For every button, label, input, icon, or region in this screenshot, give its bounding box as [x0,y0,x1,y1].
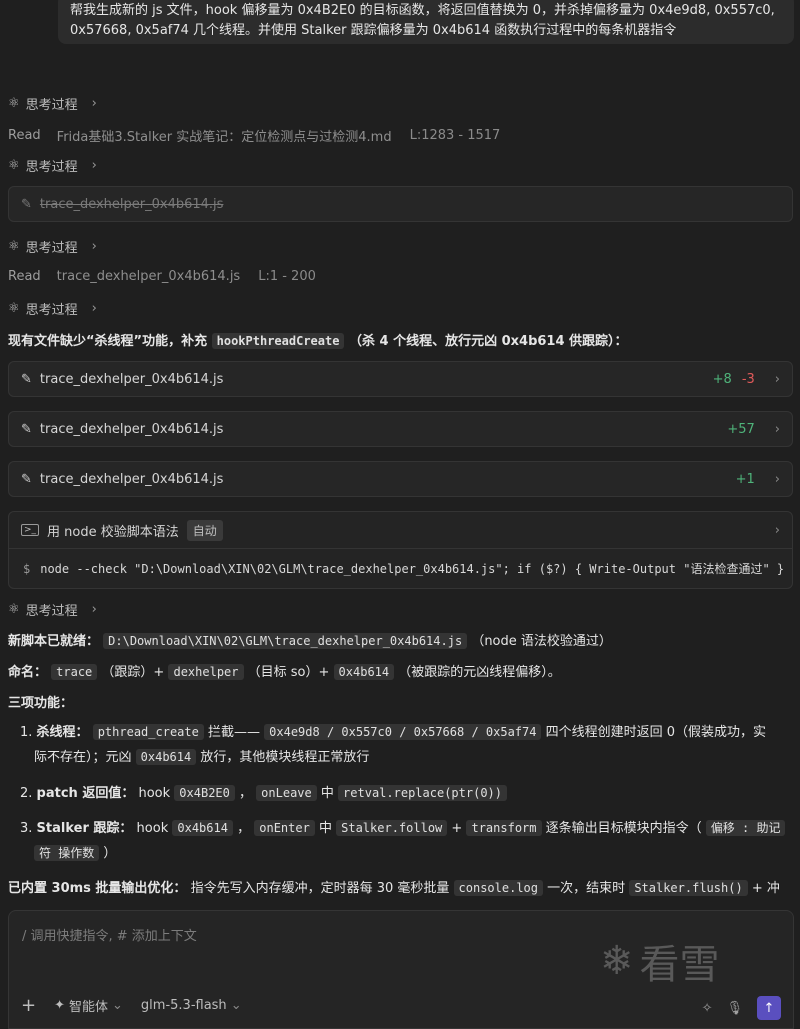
read-lines: L:1283 - 1517 [409,128,501,143]
terminal-icon: >_ [21,524,40,536]
intro-text: 现有文件缺少“杀线程”功能，补充 hookPthreadCreate （杀 4 … [8,333,628,349]
thinking-label: 思考过程 [25,241,78,256]
chevron-down-icon: ⌄ [112,998,123,1013]
agent-icon: ✦ [54,998,65,1013]
thinking-toggle-5[interactable]: ⚛ 思考过程 › [8,600,97,619]
edit-file-name: trace_dexhelper_0x4b614.js [39,421,224,437]
pencil-icon: ✎ [21,471,32,487]
plus-icon[interactable]: + [21,995,36,1016]
thinking-label: 思考过程 [25,303,78,318]
thinking-label: 思考过程 [25,160,78,175]
composer-actions: ✧ 🎙 ↑ [702,996,781,1020]
chevron-down-icon: ⌄ [230,998,242,1013]
chevron-right-icon: › [91,602,97,617]
features-title: 三项功能： [8,696,74,711]
brain-icon: ⚛ [8,96,20,111]
snowflake-icon: ❄ [600,938,634,984]
thinking-toggle-2[interactable]: ⚛ 思考过程 › [8,156,97,175]
lines-added: +8 [712,371,732,387]
thinking-label: 思考过程 [25,604,78,619]
read-label: Read [8,128,41,143]
sparkle-icon[interactable]: ✧ [702,1001,713,1016]
edit-card-1[interactable]: ✎ trace_dexhelper_0x4b614.js +8 -3 › [8,361,793,397]
terminal-header[interactable]: >_ 用 node 校验脚本语法 自动 › [9,512,792,549]
brain-icon: ⚛ [8,301,20,316]
batch-line: 已内置 30ms 批量输出优化： 指令先写入内存缓冲，定时器每 30 毫秒批量 … [8,880,780,896]
microphone-icon[interactable]: 🎙 [726,1001,743,1016]
pencil-icon: ✎ [21,421,32,437]
edit-card-3[interactable]: ✎ trace_dexhelper_0x4b614.js +1 › [8,461,793,497]
edit-file-name: trace_dexhelper_0x4b614.js [39,371,224,387]
edit-card-pending[interactable]: ✎ trace_dexhelper_0x4b614.js [8,186,793,222]
chevron-right-icon: › [774,471,780,487]
terminal-title: 用 node 校验脚本语法 [47,524,179,540]
feature-item-1: 1. 杀线程： pthread_create 拦截—— 0x4e9d8 / 0x… [20,724,767,765]
read-file: Frida基础3.Stalker 实战笔记：定位检测点与过检测4.md [56,130,392,145]
read-label: Read [8,269,41,284]
read-file: trace_dexhelper_0x4b614.js [56,269,241,284]
chevron-right-icon: › [91,239,97,254]
chevron-right-icon: › [91,301,97,316]
thinking-toggle-3[interactable]: ⚛ 思考过程 › [8,237,97,256]
composer-toolbar: + ✦ 智能体 ⌄ glm-5.3-flash ⌄ [21,995,242,1016]
chevron-right-icon: › [774,522,780,538]
feature-item-3: 3. Stalker 跟踪： hook 0x4b614 ， onEnter 中 … [20,816,790,866]
user-message: 帮我生成新的 js 文件，hook 偏移量为 0x4B2E0 的目标函数，将返回… [58,0,794,44]
edit-file-name: trace_dexhelper_0x4b614.js [39,196,224,212]
pencil-icon: ✎ [21,196,32,212]
lines-removed: -3 [741,371,755,387]
lines-added: +1 [735,471,755,487]
inline-code: D:\Download\XIN\02\GLM\trace_dexhelper_0… [103,633,468,649]
brain-icon: ⚛ [8,239,20,254]
ready-line: 新脚本已就绪： D:\Download\XIN\02\GLM\trace_dex… [8,633,612,649]
brain-icon: ⚛ [8,602,20,617]
feature-item-2: 2. patch 返回值： hook 0x4B2E0 ， onLeave 中 r… [20,781,790,806]
watermark: ❄ 看雪 [600,938,720,988]
read-entry-2[interactable]: Read trace_dexhelper_0x4b614.js L:1 - 20… [8,269,316,284]
composer-input[interactable]: / 调用快捷指令, # 添加上下文 [22,925,197,944]
agent-selector[interactable]: ✦ 智能体 ⌄ [54,996,123,1015]
chevron-right-icon: › [774,371,780,387]
chevron-right-icon: › [91,96,97,111]
chevron-right-icon: › [91,158,97,173]
edit-card-2[interactable]: ✎ trace_dexhelper_0x4b614.js +57 › [8,411,793,447]
read-entry-1[interactable]: Read Frida基础3.Stalker 实战笔记：定位检测点与过检测4.md… [8,126,500,145]
naming-line: 命名： trace （跟踪）+ dexhelper （目标 so）+ 0x4b6… [8,664,561,680]
send-button[interactable]: ↑ [757,996,781,1020]
read-lines: L:1 - 200 [258,269,316,284]
inline-code: hookPthreadCreate [211,333,345,349]
pencil-icon: ✎ [21,371,32,387]
lines-added: +57 [727,421,755,437]
thinking-toggle-1[interactable]: ⚛ 思考过程 › [8,94,97,113]
thinking-toggle-4[interactable]: ⚛ 思考过程 › [8,299,97,318]
terminal-command: $ node --check "D:\Download\XIN\02\GLM\tr… [23,562,785,576]
model-selector[interactable]: glm-5.3-flash ⌄ [141,998,242,1013]
brain-icon: ⚛ [8,158,20,173]
thinking-label: 思考过程 [25,98,78,113]
terminal-block: >_ 用 node 校验脚本语法 自动 › $ node --check "D:\… [8,511,793,589]
auto-badge: 自动 [186,519,223,541]
chevron-right-icon: › [774,421,780,437]
arrow-up-icon: ↑ [763,1000,775,1016]
edit-file-name: trace_dexhelper_0x4b614.js [39,471,224,487]
